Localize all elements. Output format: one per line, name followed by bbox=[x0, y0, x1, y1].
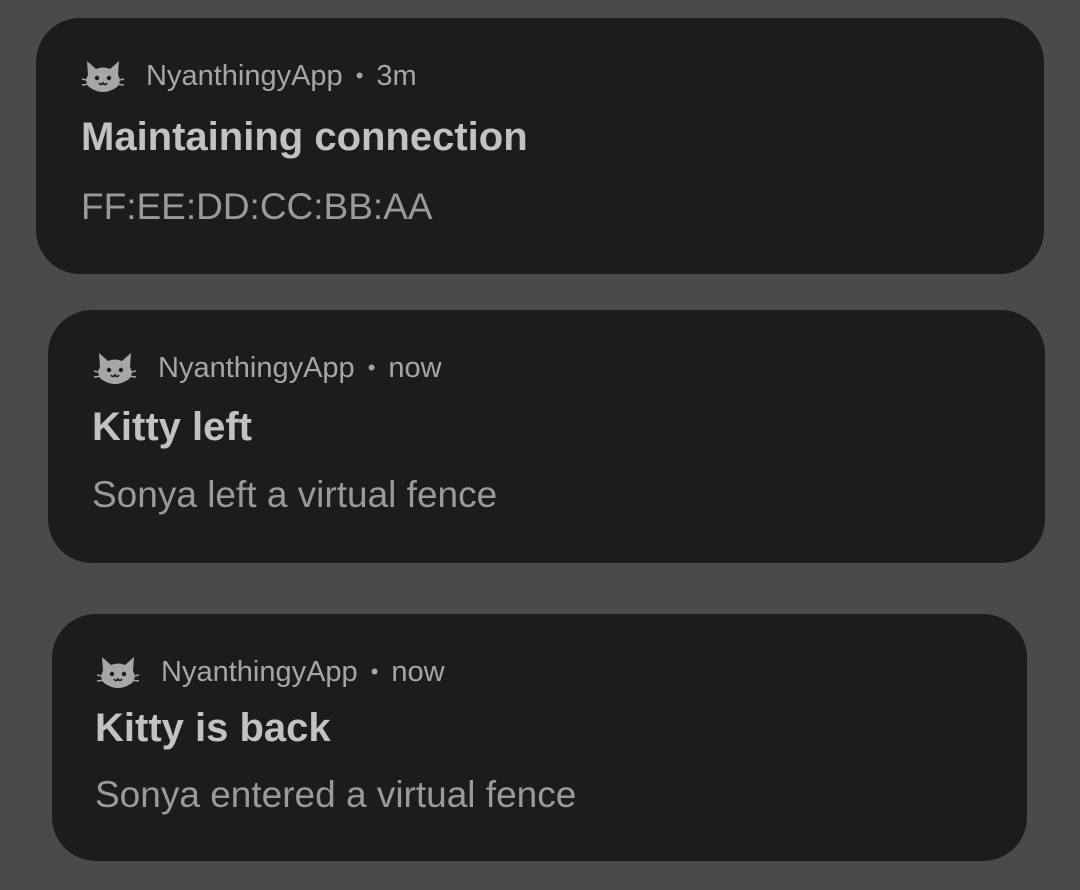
notification-title: Kitty is back bbox=[95, 706, 331, 750]
notification-time: now bbox=[388, 351, 442, 384]
cat-face-icon bbox=[82, 58, 124, 94]
separator-dot: • bbox=[367, 355, 376, 380]
notification-body: FF:EE:DD:CC:BB:AA bbox=[81, 186, 433, 227]
notification-title: Maintaining connection bbox=[81, 115, 528, 159]
separator-dot: • bbox=[370, 659, 379, 684]
notification-card-connection[interactable]: NyanthingyApp • 3m Maintaining connectio… bbox=[36, 18, 1044, 274]
notification-card-kitty-left[interactable]: NyanthingyApp • now Kitty left Sonya lef… bbox=[48, 310, 1045, 563]
notification-time: 3m bbox=[376, 59, 417, 92]
app-name: NyanthingyApp bbox=[146, 59, 343, 92]
app-name: NyanthingyApp bbox=[161, 655, 358, 688]
notification-title: Kitty left bbox=[92, 405, 252, 449]
cat-face-icon bbox=[94, 350, 136, 386]
notification-body: Sonya left a virtual fence bbox=[92, 474, 498, 515]
cat-face-icon bbox=[97, 654, 139, 690]
notification-body: Sonya entered a virtual fence bbox=[95, 774, 577, 815]
notification-header: NyanthingyApp • now bbox=[94, 350, 442, 386]
notification-header: NyanthingyApp • 3m bbox=[82, 58, 417, 94]
notification-header: NyanthingyApp • now bbox=[97, 654, 445, 690]
separator-dot: • bbox=[355, 63, 364, 88]
notification-time: now bbox=[391, 655, 445, 688]
app-name: NyanthingyApp bbox=[158, 351, 355, 384]
notification-card-kitty-back[interactable]: NyanthingyApp • now Kitty is back Sonya … bbox=[52, 614, 1027, 861]
